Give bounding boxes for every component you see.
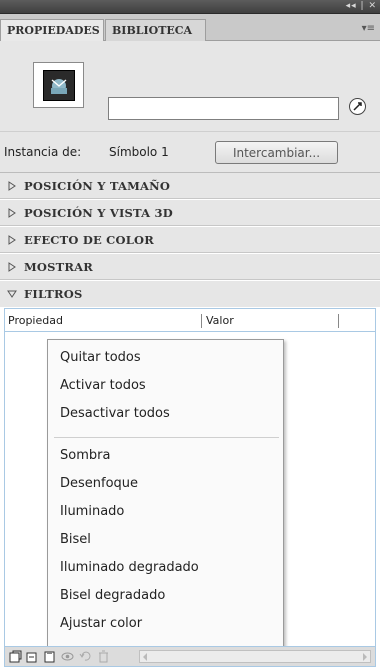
- column-divider[interactable]: [201, 314, 202, 328]
- column-property: Propiedad: [8, 314, 63, 327]
- preset-icon[interactable]: [26, 650, 39, 663]
- instance-of-label: Instancia de:: [4, 145, 82, 159]
- menu-item-glow[interactable]: Iluminado: [60, 504, 124, 519]
- section-label: EFECTO DE COLOR: [24, 233, 154, 247]
- section-label: FILTROS: [24, 287, 83, 301]
- edit-symbol-icon[interactable]: [349, 98, 366, 115]
- menu-item-gradient-bevel[interactable]: Bisel degradado: [60, 588, 165, 603]
- triangle-down-icon: [7, 290, 17, 298]
- section-label: POSICIÓN Y TAMAÑO: [24, 179, 171, 193]
- delete-filter-icon[interactable]: [97, 650, 110, 663]
- menu-item-drop-shadow[interactable]: Sombra: [60, 448, 110, 463]
- section-label: POSICIÓN Y VISTA 3D: [24, 206, 173, 220]
- menu-item-bevel[interactable]: Bisel: [60, 532, 91, 547]
- tab-biblioteca[interactable]: BIBLIOTECA: [105, 19, 206, 41]
- section-position-size[interactable]: POSICIÓN Y TAMAÑO: [0, 173, 380, 199]
- menu-item-disable-all[interactable]: Desactivar todos: [60, 406, 170, 421]
- menu-divider: [54, 437, 279, 438]
- instance-row: Instancia de: Símbolo 1 Intercambiar...: [0, 131, 380, 173]
- scroll-right-icon[interactable]: [363, 653, 367, 661]
- section-label: MOSTRAR: [24, 260, 94, 274]
- collapse-close-icon[interactable]: ◂◂ | ✕: [346, 1, 377, 11]
- panel-tabbar: PROPIEDADES BIBLIOTECA ▾≡: [0, 14, 380, 42]
- section-position-3d[interactable]: POSICIÓN Y VISTA 3D: [0, 200, 380, 226]
- menu-item-adjust-color[interactable]: Ajustar color: [60, 616, 142, 631]
- filter-context-menu: Quitar todos Activar todos Desactivar to…: [47, 339, 284, 651]
- horizontal-scrollbar[interactable]: [139, 650, 371, 663]
- column-value: Valor: [206, 314, 234, 327]
- symbol-thumbnail: [43, 70, 75, 101]
- properties-header: Clip de película: [0, 41, 380, 158]
- triangle-right-icon: [8, 208, 16, 218]
- filters-table-header: Propiedad Valor: [4, 308, 376, 332]
- toggle-visibility-icon[interactable]: [61, 650, 74, 663]
- triangle-right-icon: [8, 235, 16, 245]
- instance-of-value: Símbolo 1: [109, 145, 169, 159]
- add-filter-icon[interactable]: [9, 650, 22, 663]
- clipboard-icon[interactable]: [43, 650, 56, 663]
- reset-icon[interactable]: [79, 650, 92, 663]
- menu-item-gradient-glow[interactable]: Iluminado degradado: [60, 560, 199, 575]
- section-color-effect[interactable]: EFECTO DE COLOR: [0, 227, 380, 253]
- filters-toolbar: [4, 646, 376, 667]
- menu-item-remove-all[interactable]: Quitar todos: [60, 350, 141, 365]
- triangle-right-icon: [8, 262, 16, 272]
- section-filters[interactable]: FILTROS: [0, 281, 380, 307]
- menu-item-enable-all[interactable]: Activar todos: [60, 378, 146, 393]
- movie-clip-symbol-icon: [33, 62, 84, 108]
- symbol-graphic: [51, 79, 67, 94]
- menu-item-blur[interactable]: Desenfoque: [60, 476, 138, 491]
- instance-name-input[interactable]: [108, 97, 339, 120]
- section-display[interactable]: MOSTRAR: [0, 254, 380, 280]
- panel-titlebar: ◂◂ | ✕: [0, 0, 380, 14]
- column-divider[interactable]: [338, 314, 339, 328]
- swap-button[interactable]: Intercambiar...: [215, 141, 338, 164]
- panel-menu-icon[interactable]: ▾≡: [362, 23, 375, 34]
- triangle-right-icon: [8, 181, 16, 191]
- tab-propiedades[interactable]: PROPIEDADES: [0, 19, 104, 42]
- scroll-left-icon[interactable]: [143, 653, 147, 661]
